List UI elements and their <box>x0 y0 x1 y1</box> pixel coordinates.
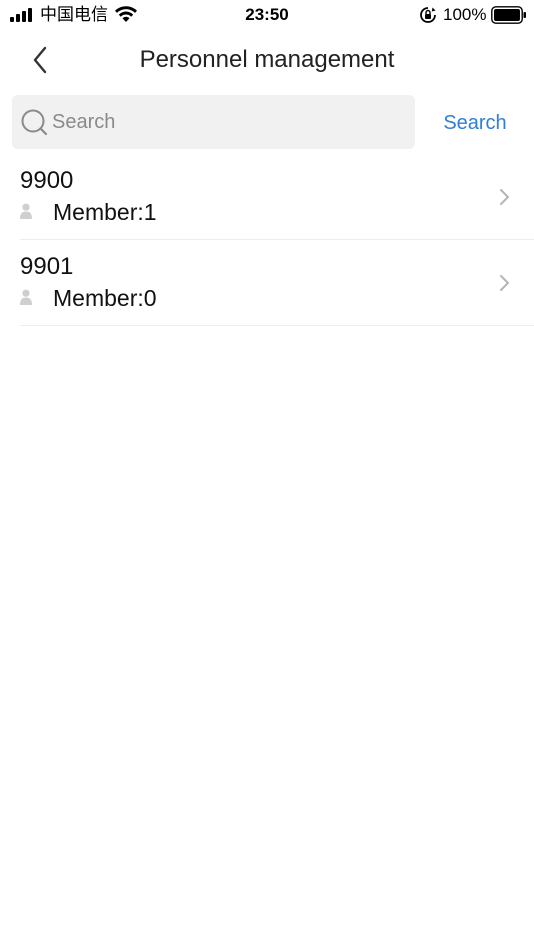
personnel-list: 9900 Member:1 9901 Member:0 <box>20 154 534 326</box>
search-button[interactable]: Search <box>428 108 522 138</box>
battery-percentage: 100% <box>443 5 487 24</box>
search-box[interactable] <box>12 95 415 149</box>
member-count: Member:1 <box>53 199 157 225</box>
list-item[interactable]: 9900 Member:1 <box>20 154 534 240</box>
group-name: 9900 <box>20 167 74 194</box>
battery-icon <box>491 6 526 24</box>
chevron-right-icon <box>500 275 509 291</box>
nav-bar: Personnel management <box>0 30 534 88</box>
chevron-right-icon <box>500 189 509 205</box>
list-item[interactable]: 9901 Member:0 <box>20 240 534 326</box>
status-bar: 中国电信 23:50 100% <box>0 0 534 30</box>
member-count: Member:0 <box>53 285 157 311</box>
person-icon <box>20 203 32 219</box>
person-icon <box>20 289 32 305</box>
page-title: Personnel management <box>139 46 395 73</box>
search-icon <box>21 109 48 136</box>
search-input[interactable] <box>52 95 407 149</box>
rotation-lock-icon <box>420 7 436 23</box>
group-name: 9901 <box>20 253 74 280</box>
